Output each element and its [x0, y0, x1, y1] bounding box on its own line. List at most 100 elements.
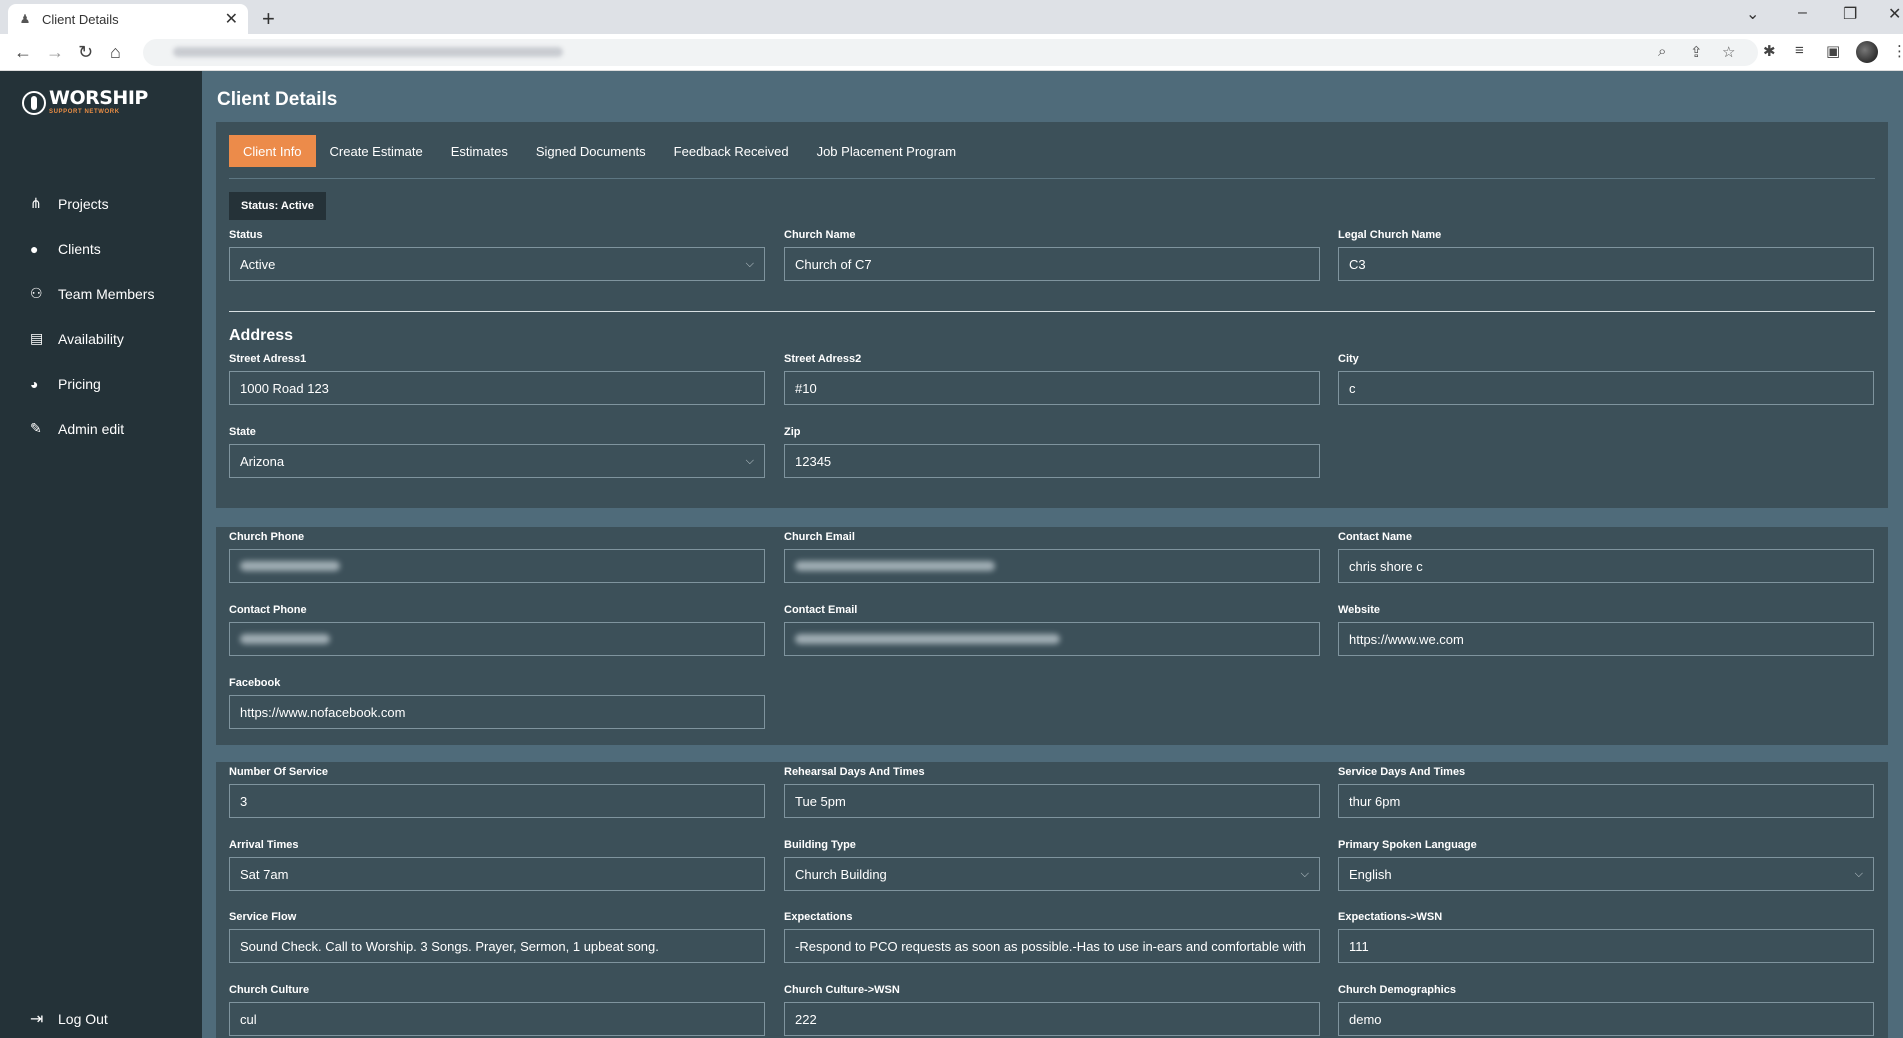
media-icon[interactable]: ≡ [1795, 42, 1804, 59]
url-text-blurred [173, 47, 563, 57]
sidebar-item-clients[interactable]: ● Clients [30, 226, 154, 271]
service-days-input[interactable]: thur 6pm [1338, 784, 1874, 818]
profile-avatar[interactable] [1856, 41, 1878, 63]
demographics-field: Church Demographics demo [1338, 983, 1874, 1036]
restore-icon[interactable]: ❐ [1843, 4, 1857, 24]
church-phone-input[interactable] [229, 549, 765, 583]
tab-create-estimate[interactable]: Create Estimate [316, 135, 437, 167]
address-bar[interactable]: ⌕ ⇪ ☆ [143, 39, 1758, 66]
browser-menu-icon[interactable]: ⋮ [1892, 42, 1903, 60]
zoom-icon[interactable]: ⌕ [1658, 43, 1666, 60]
blurred-value [240, 561, 340, 571]
facebook-input[interactable]: https://www.nofacebook.com [229, 695, 765, 729]
city-field: City c [1338, 352, 1874, 405]
logout-icon: ⇥ [30, 1011, 44, 1028]
forward-icon[interactable]: → [46, 42, 64, 63]
sidebar-item-availability[interactable]: ▤ Availability [30, 316, 154, 361]
back-icon[interactable]: ← [14, 42, 32, 63]
expectations-wsn-input[interactable]: 111 [1338, 929, 1874, 963]
sidebar-item-label: Projects [58, 195, 109, 212]
culture-label: Church Culture [229, 984, 310, 996]
tab-client-info[interactable]: Client Info [229, 135, 316, 167]
browser-toolbar: ← → ↻ ⌂ ⌕ ⇪ ☆ ✱ ≡ ▣ ⋮ [0, 34, 1903, 71]
status-select[interactable]: Active ⌵ [229, 247, 765, 281]
main-content: Client Details Client Info Create Estima… [202, 71, 1903, 1038]
sidebar-item-pricing[interactable]: ◕ Pricing [30, 361, 154, 406]
minimize-icon[interactable]: – [1798, 4, 1807, 22]
street2-input[interactable]: #10 [784, 371, 1320, 405]
contact-phone-input[interactable] [229, 622, 765, 656]
expectations-field: Expectations -Respond to PCO requests as… [784, 910, 1320, 963]
street1-input[interactable]: 1000 Road 123 [229, 371, 765, 405]
sidebar-item-projects[interactable]: ⋔ Projects [30, 181, 154, 226]
building-type-select[interactable]: Church Building ⌵ [784, 857, 1320, 891]
culture-input[interactable]: cul [229, 1002, 765, 1036]
contact-name-label: Contact Name [1338, 531, 1412, 543]
church-phone-field: Church Phone [229, 530, 765, 583]
contact-name-input[interactable]: chris shore c [1338, 549, 1874, 583]
extensions-icon[interactable]: ✱ [1763, 42, 1776, 60]
service-flow-input[interactable]: Sound Check. Call to Worship. 3 Songs. P… [229, 929, 765, 963]
tab-search-icon[interactable]: ⌄ [1746, 4, 1759, 24]
demographics-input[interactable]: demo [1338, 1002, 1874, 1036]
arrival-input[interactable]: Sat 7am [229, 857, 765, 891]
facebook-label: Facebook [229, 677, 281, 689]
projects-icon: ⋔ [30, 195, 42, 211]
church-phone-label: Church Phone [229, 531, 305, 543]
bookmark-star-icon[interactable]: ☆ [1722, 43, 1735, 61]
church-name-input[interactable]: Church of C7 [784, 247, 1320, 281]
language-select[interactable]: English ⌵ [1338, 857, 1874, 891]
facebook-field: Facebook https://www.nofacebook.com [229, 676, 765, 729]
tab-signed-documents[interactable]: Signed Documents [522, 135, 660, 167]
tab-feedback-received[interactable]: Feedback Received [660, 135, 803, 167]
logout-button[interactable]: ⇥ Log Out [30, 1009, 108, 1029]
expectations-input[interactable]: -Respond to PCO requests as soon as poss… [784, 929, 1320, 963]
share-icon[interactable]: ⇪ [1690, 43, 1703, 61]
language-field: Primary Spoken Language English ⌵ [1338, 838, 1874, 891]
chevron-down-icon: ⌵ [745, 454, 754, 467]
sidebar-item-admin-edit[interactable]: ✎ Admin edit [30, 406, 154, 451]
rehearsal-input[interactable]: Tue 5pm [784, 784, 1320, 818]
home-icon[interactable]: ⌂ [110, 42, 121, 63]
reload-icon[interactable]: ↻ [78, 42, 93, 63]
tab-job-placement-program[interactable]: Job Placement Program [803, 135, 970, 167]
church-name-field: Church Name Church of C7 [784, 228, 1320, 281]
expectations-wsn-field: Expectations->WSN 111 [1338, 910, 1874, 963]
blurred-value [240, 634, 330, 644]
legal-church-name-input[interactable]: C3 [1338, 247, 1874, 281]
contact-phone-field: Contact Phone [229, 603, 765, 656]
tab-estimates[interactable]: Estimates [437, 135, 522, 167]
close-tab-icon[interactable]: ✕ [225, 9, 238, 29]
browser-tab[interactable]: ♟ Client Details ✕ [8, 4, 248, 34]
calendar-icon: ▤ [30, 330, 44, 346]
favicon-icon: ♟ [19, 12, 31, 26]
rehearsal-label: Rehearsal Days And Times [784, 766, 925, 778]
chevron-down-icon: ⌵ [745, 257, 754, 270]
zip-input[interactable]: 12345 [784, 444, 1320, 478]
service-days-label: Service Days And Times [1338, 766, 1466, 778]
user-icon: ● [30, 240, 39, 257]
logo[interactable]: WORSHIP SUPPORT NETWORK [22, 89, 148, 116]
city-input[interactable]: c [1338, 371, 1874, 405]
blurred-value [795, 561, 995, 571]
website-input[interactable]: https://www.we.com [1338, 622, 1874, 656]
rehearsal-field: Rehearsal Days And Times Tue 5pm [784, 765, 1320, 818]
sidebar-nav: ⋔ Projects ● Clients ⚇ Team Members ▤ Availa… [30, 181, 154, 451]
edit-icon: ✎ [30, 420, 42, 436]
zip-field: Zip 12345 [784, 425, 1320, 478]
side-panel-icon[interactable]: ▣ [1826, 42, 1840, 60]
arrival-label: Arrival Times [229, 839, 299, 851]
window-close-icon[interactable]: ✕ [1888, 4, 1901, 24]
sidebar-item-label: Admin edit [58, 420, 125, 437]
sidebar-item-team-members[interactable]: ⚇ Team Members [30, 271, 154, 316]
contact-panel: Church Phone Church Email Contact Name c… [216, 527, 1888, 745]
state-field: State Arizona ⌵ [229, 425, 765, 478]
contact-email-input[interactable] [784, 622, 1320, 656]
church-email-field: Church Email [784, 530, 1320, 583]
church-email-input[interactable] [784, 549, 1320, 583]
number-of-service-input[interactable]: 3 [229, 784, 765, 818]
new-tab-icon[interactable]: + [262, 6, 275, 32]
state-select[interactable]: Arizona ⌵ [229, 444, 765, 478]
culture-wsn-input[interactable]: 222 [784, 1002, 1320, 1036]
building-type-field: Building Type Church Building ⌵ [784, 838, 1320, 891]
